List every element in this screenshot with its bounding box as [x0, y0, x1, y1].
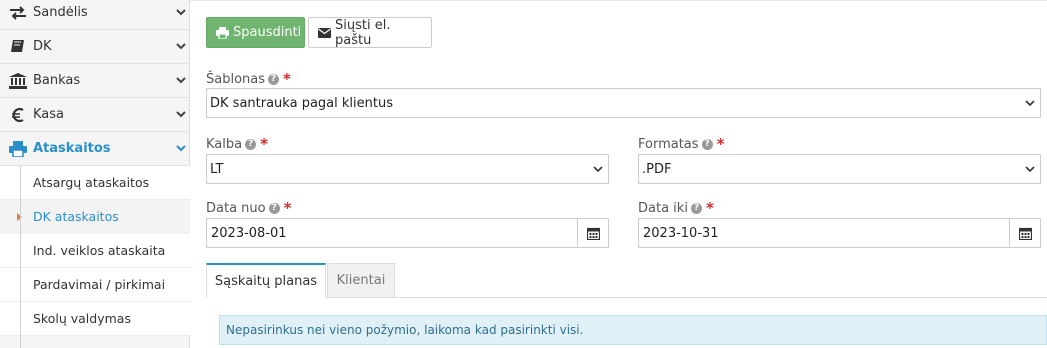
- sidebar-item-dk[interactable]: DK: [0, 30, 190, 64]
- required-marker: *: [283, 199, 292, 217]
- format-select[interactable]: .PDF: [638, 154, 1041, 184]
- format-label: Formatas ? *: [638, 135, 724, 153]
- envelope-icon: [318, 27, 331, 38]
- sidebar: Sandėlis DK Bankas Kasa Ataskaitos Atsar…: [0, 0, 190, 348]
- required-marker: *: [705, 199, 714, 217]
- tab-klientai[interactable]: Klientai: [327, 263, 395, 298]
- sidebar-subitem-label: Atsargų ataskaitos: [33, 175, 150, 190]
- date-to-value: 2023-10-31: [643, 225, 719, 241]
- language-select-value: LT: [210, 161, 224, 177]
- book-icon: [8, 39, 28, 55]
- euro-icon: [8, 107, 28, 123]
- sidebar-subitem-label: Pardavimai / pirkimai: [33, 277, 166, 292]
- language-label: Kalba ? *: [206, 135, 268, 153]
- sidebar-subitem-dk-ataskaitos[interactable]: DK ataskaitos: [0, 200, 190, 234]
- date-to-label: Data iki ? *: [638, 199, 714, 217]
- send-email-button[interactable]: Siųsti el. paštu: [308, 17, 432, 48]
- chevron-down-icon: [588, 165, 608, 173]
- template-select-value: DK santrauka pagal klientus: [210, 95, 393, 111]
- sidebar-item-label: Kasa: [33, 107, 65, 122]
- date-from-value: 2023-08-01: [211, 225, 287, 241]
- calendar-icon[interactable]: [1009, 219, 1040, 247]
- format-select-value: .PDF: [642, 161, 672, 177]
- bank-icon: [8, 72, 28, 89]
- sidebar-item-ataskaitos[interactable]: Ataskaitos: [0, 132, 190, 166]
- sidebar-subitem-ind-veiklos[interactable]: Ind. veiklos ataskaita: [0, 234, 190, 268]
- sidebar-item-kasa[interactable]: Kasa: [0, 98, 190, 132]
- tab-label: Sąskaitų planas: [214, 273, 318, 289]
- sidebar-subitem-label: Skolų valdymas: [33, 311, 131, 326]
- chevron-down-icon: [1020, 165, 1040, 173]
- sidebar-item-label: DK: [33, 39, 52, 54]
- tab-label: Klientai: [336, 273, 386, 288]
- sidebar-subitem-pardavimai-pirkimai[interactable]: Pardavimai / pirkimai: [0, 268, 190, 302]
- date-from-input[interactable]: 2023-08-01: [206, 218, 609, 248]
- help-icon[interactable]: ?: [268, 202, 280, 214]
- sidebar-item-label: Sandėlis: [33, 5, 88, 20]
- help-icon[interactable]: ?: [268, 73, 280, 85]
- print-icon: [216, 26, 229, 39]
- language-select[interactable]: LT: [206, 154, 609, 184]
- sidebar-item-sandelis[interactable]: Sandėlis: [0, 0, 190, 30]
- sidebar-item-bankas[interactable]: Bankas: [0, 64, 190, 98]
- info-alert: Nepasirinkus nei vieno požymio, laikoma …: [219, 315, 1047, 345]
- template-label: Šablonas ? *: [206, 70, 291, 88]
- send-email-button-label: Siųsti el. paštu: [335, 17, 391, 48]
- chevron-down-icon: [172, 43, 190, 50]
- chevron-down-icon: [172, 145, 190, 152]
- top-divider: [190, 0, 1047, 3]
- chevron-down-icon: [172, 9, 190, 16]
- help-icon[interactable]: ?: [245, 138, 257, 150]
- template-label-text: Šablonas: [206, 71, 266, 87]
- required-marker: *: [260, 135, 268, 153]
- print-button[interactable]: Spausdinti: [206, 17, 305, 48]
- info-alert-text: Nepasirinkus nei vieno požymio, laikoma …: [226, 323, 584, 337]
- template-select[interactable]: DK santrauka pagal klientus: [206, 88, 1041, 118]
- tab-saskaitu-planas[interactable]: Sąskaitų planas: [206, 263, 326, 298]
- calendar-icon[interactable]: [577, 219, 608, 247]
- arrows-exchange-icon: [8, 5, 28, 21]
- sidebar-subitem-atsargu-ataskaitos[interactable]: Atsargų ataskaitos: [0, 166, 190, 200]
- format-label-text: Formatas: [638, 136, 699, 152]
- print-icon: [8, 140, 28, 157]
- sidebar-item-label: Ataskaitos: [33, 141, 111, 156]
- chevron-down-icon: [1020, 99, 1040, 107]
- sidebar-subitem-label: Ind. veiklos ataskaita: [33, 243, 166, 258]
- help-icon[interactable]: ?: [690, 202, 702, 214]
- filter-tabs: Sąskaitų planas Klientai: [206, 263, 1047, 298]
- date-to-input[interactable]: 2023-10-31: [638, 218, 1041, 248]
- chevron-down-icon: [172, 111, 190, 118]
- required-marker: *: [716, 135, 725, 153]
- date-from-label: Data nuo ? *: [206, 199, 291, 217]
- sidebar-subitem-label: DK ataskaitos: [33, 209, 119, 224]
- date-to-label-text: Data iki: [638, 200, 688, 216]
- language-label-text: Kalba: [206, 136, 243, 152]
- sidebar-subitem-skolu-valdymas[interactable]: Skolų valdymas: [0, 302, 190, 336]
- print-button-label: Spausdinti: [233, 25, 302, 40]
- required-marker: *: [283, 70, 291, 88]
- submenu-guide-line: [20, 166, 21, 348]
- help-icon[interactable]: ?: [701, 138, 713, 150]
- date-from-label-text: Data nuo: [206, 200, 266, 216]
- sidebar-item-label: Bankas: [33, 73, 81, 88]
- chevron-down-icon: [172, 77, 190, 84]
